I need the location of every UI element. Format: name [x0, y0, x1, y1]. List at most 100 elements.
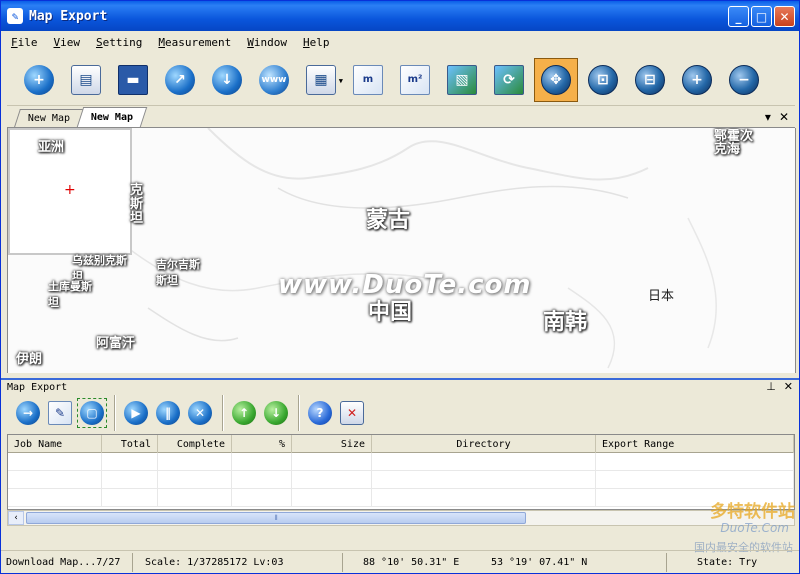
menu-setting[interactable]: Setting	[96, 36, 142, 49]
export-button[interactable]: ↗	[158, 58, 202, 102]
zoom-extent-button[interactable]: ⊡	[581, 58, 625, 102]
start-job-button[interactable]: →	[13, 398, 43, 428]
tab-close-icon[interactable]: ✕	[779, 110, 789, 124]
help-button[interactable]: ?	[305, 398, 335, 428]
main-toolbar: + ▤ ▬ ↗ ↓ www ▦ ▼ m m² ▧ ⟳ ✥ ⊡ ⊟ + −	[7, 54, 795, 106]
globe-range-icon: ▢	[80, 401, 104, 425]
layers-dropdown-button[interactable]: ▦ ▼	[299, 58, 343, 102]
move-up-button[interactable]: ↑	[229, 398, 259, 428]
toolbar-separator	[114, 395, 116, 431]
zoom-in-icon: +	[682, 64, 712, 95]
pause-job-button[interactable]: ‖	[153, 398, 183, 428]
panel-controls: ⊥ ✕	[766, 380, 793, 393]
menu-measurement[interactable]: Measurement	[158, 36, 231, 49]
move-down-button[interactable]: ↓	[261, 398, 291, 428]
overview-map[interactable]: 亚洲 +	[8, 128, 132, 255]
menu-help[interactable]: Help	[303, 36, 330, 49]
zoom-out-icon: −	[729, 64, 759, 95]
window-title: Map Export	[29, 8, 108, 24]
col-export-range[interactable]: Export Range	[596, 435, 794, 453]
add-task-button[interactable]: +	[17, 58, 61, 102]
globe-download-icon: ↓	[212, 64, 242, 95]
document-icon: ▤	[71, 64, 101, 95]
edit-icon: ✎	[48, 401, 72, 425]
map-view[interactable]: 亚洲 + 克斯坦 乌兹别克斯坦 吉尔吉斯斯坦 土库曼斯坦 阿富汗 伊朗 蒙古 中…	[7, 128, 796, 373]
zoom-in-button[interactable]: +	[675, 58, 719, 102]
col-directory[interactable]: Directory	[372, 435, 596, 453]
help-icon: ?	[308, 401, 332, 425]
delete-job-button[interactable]: ✕	[185, 398, 215, 428]
toolbar-separator	[222, 395, 224, 431]
panel-close-icon[interactable]: ✕	[784, 380, 793, 393]
open-file-button[interactable]: ▤	[64, 58, 108, 102]
panel-toolbar: → ✎ ▢ ▶ ‖ ✕ ↑ ↓ ? ✕	[7, 395, 795, 431]
image-icon: ▧	[447, 64, 477, 95]
edit-job-button[interactable]: ✎	[45, 398, 75, 428]
refresh-view-button[interactable]: ⟳	[487, 58, 531, 102]
status-bar: Download Map...7/27 Scale: 1/37285172 Lv…	[1, 550, 799, 573]
app-window: ✎ Map Export _ □ ✕ File View Setting Mea…	[0, 0, 800, 574]
download-button[interactable]: ↓	[205, 58, 249, 102]
image-view-button[interactable]: ▧	[440, 58, 484, 102]
calendar-delete-icon: ✕	[340, 401, 364, 425]
status-latitude: 53 °19' 07.41" N	[467, 552, 667, 572]
map-label-okhotsk: 鄂霍次克海	[714, 129, 754, 157]
chevron-down-icon: ▼	[338, 76, 343, 85]
job-range-button[interactable]: ▢	[77, 398, 107, 428]
col-complete[interactable]: Complete	[158, 435, 232, 453]
tab-new-map-1[interactable]: New Map	[14, 109, 85, 127]
col-percent[interactable]: %	[232, 435, 292, 453]
status-state: State: Try	[697, 556, 758, 568]
maximize-button[interactable]: □	[751, 6, 772, 27]
panel-title: Map Export	[7, 381, 68, 393]
arrow-up-icon: ↑	[232, 401, 256, 425]
pan-icon: ✥	[541, 64, 571, 95]
site-domain: DuoTe.Com	[720, 521, 789, 535]
panel-title-bar: Map Export ⊥ ✕	[1, 378, 799, 394]
save-icon: ▬	[118, 64, 148, 95]
menu-window[interactable]: Window	[247, 36, 287, 49]
measure-distance-button[interactable]: m	[346, 58, 390, 102]
map-watermark: www.DuoTe.com	[278, 270, 532, 300]
table-row	[8, 453, 794, 471]
close-button[interactable]: ✕	[774, 6, 795, 27]
map-label-japan: 日本	[648, 289, 675, 304]
measure-area-button[interactable]: m²	[393, 58, 437, 102]
menu-view[interactable]: View	[54, 36, 81, 49]
pan-button[interactable]: ✥	[534, 57, 578, 102]
zoom-window-button[interactable]: ⊟	[628, 58, 672, 102]
resume-job-button[interactable]: ▶	[121, 398, 151, 428]
map-label-turkmenistan: 土库曼斯坦	[48, 280, 92, 309]
layers-icon: ▦	[306, 64, 336, 95]
clear-list-button[interactable]: ✕	[337, 398, 367, 428]
pin-icon[interactable]: ⊥	[766, 380, 776, 393]
zoom-extent-icon: ⊡	[588, 64, 618, 95]
save-button[interactable]: ▬	[111, 58, 155, 102]
toolbar-separator	[298, 395, 300, 431]
map-label-iran: 伊朗	[16, 352, 43, 367]
tab-list-dropdown-icon[interactable]: ▾	[765, 110, 771, 124]
tab-new-map-2[interactable]: New Map	[76, 107, 148, 127]
menu-bar: File View Setting Measurement Window Hel…	[1, 31, 799, 53]
horizontal-scrollbar[interactable]: ‹ ⦀	[7, 510, 795, 526]
site-logo: 多特软件站	[710, 502, 795, 522]
globe-arrow-icon: →	[16, 401, 40, 425]
menu-file[interactable]: File	[11, 36, 38, 49]
table-header: Job Name Total Complete % Size Directory…	[8, 435, 794, 453]
zoom-out-button[interactable]: −	[722, 58, 766, 102]
refresh-icon: ⟳	[494, 64, 524, 95]
col-size[interactable]: Size	[292, 435, 372, 453]
minimize-button[interactable]: _	[728, 6, 749, 27]
zoom-window-icon: ⊟	[635, 64, 665, 95]
arrow-down-icon: ↓	[264, 401, 288, 425]
delete-icon: ✕	[188, 401, 212, 425]
map-tab-strip: New Map New Map ▾ ✕	[7, 107, 795, 128]
scroll-thumb[interactable]: ⦀	[26, 512, 526, 524]
scroll-left-icon[interactable]: ‹	[8, 511, 24, 525]
www-button[interactable]: www	[252, 58, 296, 102]
job-table: Job Name Total Complete % Size Directory…	[7, 434, 795, 510]
col-total[interactable]: Total	[102, 435, 158, 453]
title-bar[interactable]: ✎ Map Export _ □ ✕	[1, 1, 799, 31]
app-icon: ✎	[7, 8, 23, 24]
col-job-name[interactable]: Job Name	[8, 435, 102, 453]
